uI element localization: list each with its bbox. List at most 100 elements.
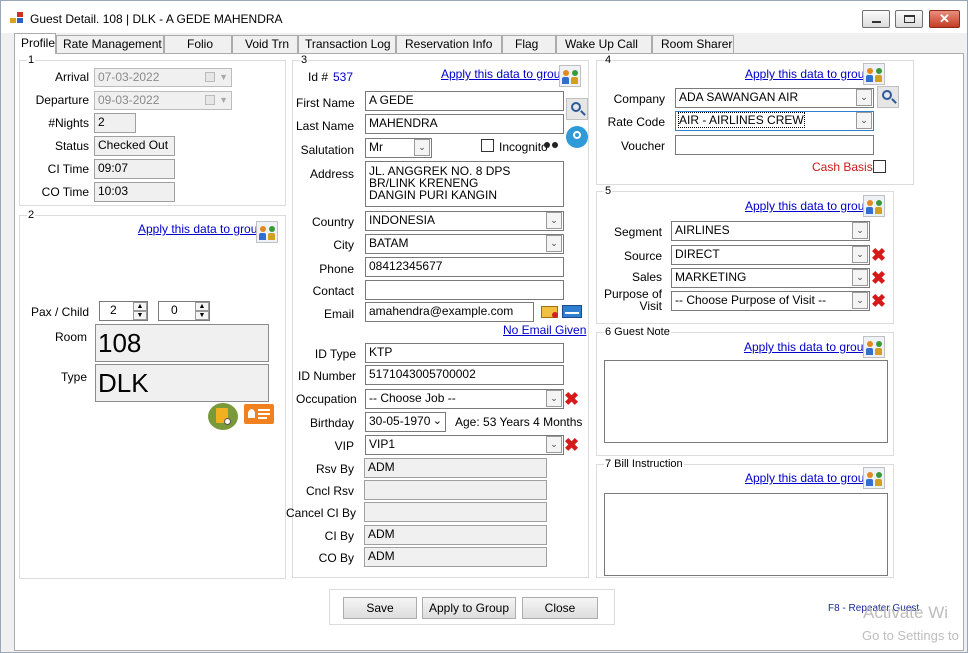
close-button[interactable]: Close	[522, 597, 598, 619]
g3-apply-group-link[interactable]: Apply this data to group	[441, 67, 567, 81]
segment-label: Segment	[613, 225, 662, 239]
clear-vip-icon[interactable]: ✖	[564, 436, 579, 454]
clear-sales-icon[interactable]: ✖	[871, 269, 886, 287]
save-button[interactable]: Save	[343, 597, 417, 619]
contact-input[interactable]	[365, 280, 564, 300]
chevron-down-icon[interactable]: ⌄	[546, 212, 562, 229]
close-window-button[interactable]: ✕	[929, 10, 960, 28]
pax-value: 2	[110, 303, 117, 317]
group-people-icon[interactable]	[863, 336, 885, 358]
group-people-icon[interactable]	[863, 63, 885, 85]
id-number-input[interactable]: 5171043005700002	[365, 365, 564, 385]
chevron-down-icon: ▼	[219, 72, 228, 82]
phone-input[interactable]: 08412345677	[365, 257, 564, 277]
calendar-icon	[205, 72, 215, 82]
tab-wake-up-call[interactable]: Wake Up Call	[556, 35, 652, 53]
voucher-input[interactable]	[675, 135, 874, 155]
chevron-down-icon[interactable]: ⌄	[546, 436, 562, 453]
sales-value: MARKETING	[675, 270, 747, 284]
child-up-arrow[interactable]: ▲	[195, 302, 209, 311]
bill-instruction-title: 7 Bill Instruction	[604, 458, 684, 470]
sales-select[interactable]: MARKETING	[671, 268, 870, 288]
no-email-given-link[interactable]: No Email Given	[503, 323, 586, 337]
chevron-down-icon[interactable]: ⌄	[852, 246, 868, 263]
child-down-arrow[interactable]: ▼	[195, 311, 209, 320]
pax-up-arrow[interactable]: ▲	[133, 302, 147, 311]
pax-down-arrow[interactable]: ▼	[133, 311, 147, 320]
app-icon	[10, 12, 24, 24]
guest-note-textarea[interactable]	[604, 360, 888, 443]
occupation-value: -- Choose Job --	[369, 391, 456, 405]
incognito-glasses-icon	[544, 142, 558, 148]
birthday-value: 30-05-1970	[369, 414, 431, 428]
first-name-input[interactable]: A GEDE	[365, 91, 564, 111]
source-select[interactable]: DIRECT	[671, 245, 870, 265]
tab-reservation-info[interactable]: Reservation Info	[396, 35, 502, 53]
chevron-down-icon[interactable]: ⌄	[852, 292, 868, 309]
tab-profile[interactable]: Profile	[14, 33, 56, 54]
address-textarea[interactable]: JL. ANGGREK NO. 8 DPS BR/LINK KRENENG DANG…	[365, 161, 564, 207]
tab-rate-management[interactable]: Rate Management	[56, 35, 164, 53]
last-name-input[interactable]: MAHENDRA	[365, 114, 564, 134]
incognito-checkbox[interactable]	[481, 139, 494, 152]
apply-to-group-button[interactable]: Apply to Group	[422, 597, 516, 619]
clear-source-icon[interactable]: ✖	[871, 246, 886, 264]
g4-apply-group-link[interactable]: Apply this data to group	[745, 67, 871, 81]
tab-void-trn[interactable]: Void Trn	[232, 35, 298, 53]
search-guest-button[interactable]	[566, 98, 588, 120]
email-envelope-icon[interactable]	[541, 306, 558, 318]
clear-purpose-icon[interactable]: ✖	[871, 292, 886, 310]
chevron-down-icon[interactable]: ⌄	[546, 390, 562, 407]
location-pin-icon[interactable]	[566, 126, 588, 148]
tab-flag[interactable]: Flag	[502, 35, 556, 53]
rate-code-select[interactable]: AIR - AIRLINES CREW	[675, 111, 874, 131]
bill-instruction-textarea[interactable]	[604, 493, 888, 576]
g5-apply-group-link[interactable]: Apply this data to group	[745, 199, 871, 213]
group-people-icon[interactable]	[863, 467, 885, 489]
activate-windows-subtext: Go to Settings to	[862, 628, 959, 643]
birthday-date-picker[interactable]: 30-05-1970 ⌄	[365, 412, 446, 432]
occupation-select[interactable]: -- Choose Job --	[365, 389, 564, 409]
group-people-icon[interactable]	[559, 65, 581, 87]
group-people-icon[interactable]	[256, 221, 278, 243]
city-value: BATAM	[369, 236, 409, 250]
add-document-icon[interactable]	[208, 403, 238, 430]
tab-transaction-log[interactable]: Transaction Log	[298, 35, 396, 53]
departure-value: 09-03-2022	[98, 93, 160, 107]
guest-id-value: 537	[333, 70, 354, 84]
status-field: Checked Out	[94, 136, 175, 156]
clear-occupation-icon[interactable]: ✖	[564, 390, 579, 408]
segment-select[interactable]: AIRLINES	[671, 221, 870, 241]
chevron-down-icon[interactable]: ⌄	[856, 112, 872, 129]
chevron-down-icon[interactable]: ⌄	[852, 269, 868, 286]
group-people-icon[interactable]	[863, 195, 885, 217]
co-by-label: CO By	[318, 551, 354, 565]
city-select[interactable]: BATAM	[365, 234, 564, 254]
tab-room-sharer[interactable]: Room Sharer	[652, 35, 734, 53]
vip-select[interactable]: VIP1	[365, 435, 564, 455]
chevron-down-icon[interactable]: ⌄	[546, 235, 562, 252]
company-select[interactable]: ADA SAWANGAN AIR	[675, 88, 874, 108]
country-select[interactable]: INDONESIA	[365, 211, 564, 231]
chevron-down-icon[interactable]: ⌄	[856, 89, 872, 106]
chevron-down-icon[interactable]: ⌄	[852, 222, 868, 239]
ci-time-label: CI Time	[47, 162, 89, 176]
purpose-select[interactable]: -- Choose Purpose of Visit --	[671, 291, 870, 311]
minimize-button[interactable]	[862, 10, 890, 28]
chevron-down-icon[interactable]: ⌄	[414, 139, 430, 156]
search-company-button[interactable]	[877, 86, 899, 108]
g7-apply-group-link[interactable]: Apply this data to group	[745, 471, 871, 485]
g6-apply-group-link[interactable]: Apply this data to group	[744, 340, 870, 354]
cash-basis-checkbox[interactable]	[873, 160, 886, 173]
cancel-ci-by-field	[364, 502, 547, 522]
tab-folio[interactable]: Folio	[164, 35, 232, 53]
group-1-number: 1	[27, 54, 36, 66]
guest-detail-window: Guest Detail. 108 | DLK - A GEDE MAHENDR…	[0, 0, 968, 653]
email-input[interactable]: amahendra@example.com	[365, 302, 534, 322]
id-card-icon[interactable]	[244, 404, 274, 424]
maximize-button[interactable]	[895, 10, 923, 28]
id-type-input[interactable]: KTP	[365, 343, 564, 363]
rate-code-value: AIR - AIRLINES CREW	[678, 112, 805, 128]
g2-apply-group-link[interactable]: Apply this data to group	[138, 222, 264, 236]
send-email-icon[interactable]	[562, 305, 582, 318]
